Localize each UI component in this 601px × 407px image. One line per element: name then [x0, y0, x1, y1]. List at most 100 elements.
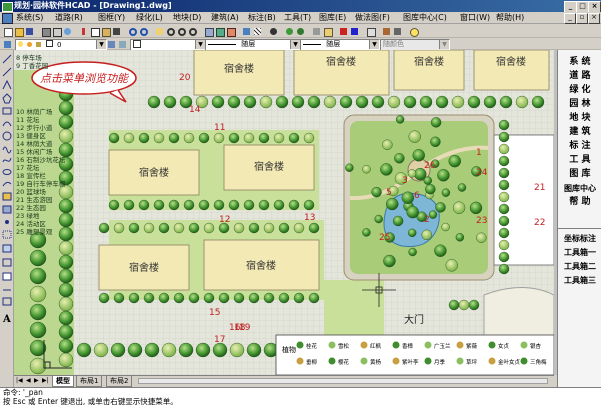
help-icon[interactable] [408, 26, 420, 38]
construction-line-icon[interactable] [2, 67, 12, 77]
tree-icon [123, 132, 135, 144]
plant-swatch-icon [424, 341, 432, 349]
menu-building[interactable]: 建筑(A) [211, 12, 239, 24]
tree-icon [498, 179, 510, 191]
ellipse-icon[interactable] [2, 169, 12, 175]
tab-nav-last-icon[interactable]: ▶| [42, 377, 49, 384]
tool-palette-icon[interactable] [225, 26, 237, 38]
tab-model[interactable]: 模型 [52, 376, 74, 387]
calculator-icon[interactable] [392, 26, 404, 38]
region-icon[interactable] [2, 258, 12, 267]
tree-icon [448, 299, 460, 311]
hatch-icon[interactable] [252, 26, 264, 38]
panel-item-toolbox-3[interactable]: 工具箱三 [558, 274, 601, 287]
standard-toolbar [0, 25, 601, 38]
tab-nav-prev-icon[interactable]: ◀ [26, 377, 31, 384]
wipeout-icon[interactable] [2, 297, 12, 306]
drawing-canvas[interactable]: 办公 宿舍楼 宿舍楼 宿舍楼 宿舍楼 宿舍楼 宿舍楼 宿舍楼 宿舍楼 点击菜单 [14, 50, 554, 375]
panel-item-tools[interactable]: 工 具 [558, 154, 601, 167]
spline-icon[interactable] [2, 157, 12, 163]
tree-icon [188, 222, 200, 234]
dimension-icon[interactable] [349, 26, 361, 38]
make-block-icon[interactable] [2, 205, 12, 214]
draw-tools-svg: A [2, 54, 12, 325]
panel-item-building[interactable]: 建 筑 [558, 126, 601, 139]
panel-item-help[interactable]: 帮 助 [558, 196, 601, 209]
plant-swatch-icon [392, 341, 400, 349]
polygon-icon[interactable] [2, 93, 12, 104]
tree-icon [303, 199, 315, 211]
point-icon[interactable] [5, 220, 9, 224]
command-window[interactable]: 命令: '_pan 按 Esc 或 Enter 键退出, 或单击右键显示快捷菜单… [0, 387, 601, 407]
building-icon[interactable] [322, 26, 334, 38]
tree-icon [288, 132, 300, 144]
menu-frame[interactable]: 图框(Y) [98, 12, 125, 24]
tree-icon [303, 132, 315, 144]
menu-detail[interactable]: 做法图(F) [355, 12, 390, 24]
tab-nav-first-icon[interactable]: |◀ [16, 377, 23, 384]
panel-item-toolbox-2[interactable]: 工具箱二 [558, 260, 601, 273]
hatch-tool-icon[interactable] [2, 230, 12, 239]
eye-icon[interactable] [268, 26, 280, 38]
table-tool-icon[interactable] [2, 272, 12, 281]
panel-item-annotation[interactable]: 标 注 [558, 140, 601, 153]
tree-icon [469, 201, 483, 215]
plot-icon[interactable] [62, 26, 74, 38]
multiline-text-icon[interactable]: A [2, 314, 11, 325]
tree-icon [408, 247, 417, 257]
tree-icon [467, 95, 481, 109]
table-icon[interactable] [365, 26, 377, 38]
tree-icon [498, 215, 510, 227]
tree-icon [110, 342, 126, 358]
tree-icon [233, 292, 245, 304]
insert-block-icon[interactable] [2, 192, 12, 201]
panel-item-library-center[interactable]: 图库中心 [558, 182, 601, 195]
rectangle-icon[interactable] [2, 107, 12, 115]
menu-window[interactable]: 窗口(W) [460, 12, 490, 24]
tab-layout-1[interactable]: 布局1 [76, 376, 103, 387]
tab-layout-2[interactable]: 布局2 [106, 376, 133, 387]
doc-close-button[interactable]: × [588, 13, 600, 24]
tree-icon [263, 292, 275, 304]
panel-item-road[interactable]: 道 路 [558, 70, 601, 83]
tree-icon [362, 228, 371, 237]
redo-icon[interactable] [138, 26, 150, 38]
tree-icon [498, 119, 510, 131]
tree-icon [395, 115, 405, 124]
gradient-icon[interactable] [2, 244, 12, 253]
polyline-icon[interactable] [2, 79, 12, 90]
arc-icon[interactable] [2, 121, 12, 127]
vertical-scrollbar[interactable] [554, 50, 557, 375]
panel-item-greening[interactable]: 绿 化 [558, 84, 601, 97]
panel-item-garden[interactable]: 园 林 [558, 98, 601, 111]
zoom-previous-icon[interactable] [187, 26, 199, 38]
panel-item-library[interactable]: 图 库 [558, 168, 601, 181]
menu-system[interactable]: 系统(S) [16, 12, 43, 24]
panel-item-toolbox-1[interactable]: 工具箱一 [558, 246, 601, 259]
circle-icon[interactable] [2, 131, 12, 141]
match-properties-icon[interactable] [111, 26, 123, 38]
revision-cloud-icon[interactable] [2, 146, 12, 154]
tree-icon [498, 143, 510, 155]
horizontal-scrollbar[interactable] [138, 378, 548, 384]
menu-help[interactable]: 帮助(H) [496, 12, 524, 24]
doc-minimize-button[interactable]: _ [564, 13, 576, 24]
legend-entry: 16 石制沙坑花坛 [16, 155, 66, 164]
tree-icon[interactable] [295, 26, 307, 38]
panel-item-coordinate[interactable]: 坐标标注 [558, 232, 601, 245]
ellipse-arc-icon[interactable] [2, 181, 12, 187]
panel-item-plot[interactable]: 地 块 [558, 112, 601, 125]
menu-greening[interactable]: 绿化(L) [136, 12, 163, 24]
tree-icon [323, 95, 337, 109]
menu-tools[interactable]: 工具(T) [284, 12, 311, 24]
line-tool-icon[interactable] [2, 54, 12, 64]
menu-annotation[interactable]: 标注(B) [248, 12, 276, 24]
menu-library-center[interactable]: 图库中心(C) [403, 12, 447, 24]
save-icon[interactable] [24, 26, 36, 38]
menu-library[interactable]: 图库(E) [319, 12, 346, 24]
tab-nav-next-icon[interactable]: ▶ [34, 377, 39, 384]
menu-plot[interactable]: 地块(D) [173, 12, 201, 24]
doc-restore-button[interactable]: ▫ [576, 13, 588, 24]
menu-road[interactable]: 道路(R) [55, 12, 83, 24]
panel-item-system[interactable]: 系 统 [558, 56, 601, 69]
